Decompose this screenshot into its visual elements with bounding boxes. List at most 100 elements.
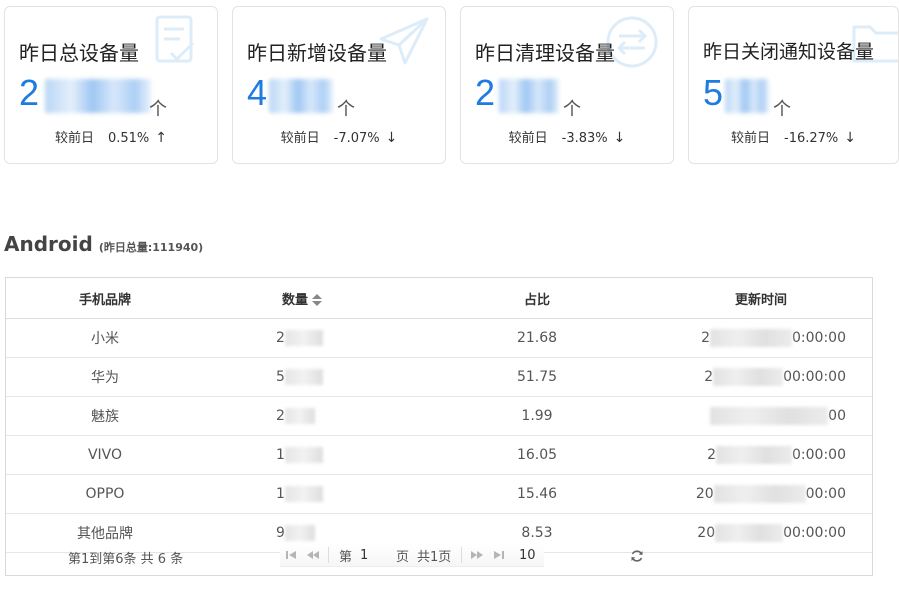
cell-time: 2 0:00:00 [650,318,872,358]
cell-count: 1 [204,474,424,514]
cell-count: 5 [204,357,424,397]
column-header-brand[interactable]: 手机品牌 [6,278,204,319]
redacted-time [710,329,793,347]
cell-time: 00 [650,396,872,436]
card-compare: 较前日 -3.83% ↓ [461,127,673,146]
prev-page-icon[interactable] [302,545,324,565]
column-header-ratio[interactable]: 占比 [424,278,650,319]
time-suffix: 00:00 [805,486,846,502]
cell-ratio: 15.46 [424,474,650,514]
last-page-icon[interactable] [488,545,510,565]
table-header-row: 手机品牌 数量 占比 更新时间 [6,278,872,319]
redacted-value [499,79,559,113]
time-suffix: 00:00:00 [783,369,846,385]
pagination-info: 第1到第6条 共 6 条 [68,552,184,567]
redacted-time [710,407,829,425]
table-row[interactable]: 小米 2 21.68 2 0:00:00 [6,318,872,358]
card-title: 昨日清理设备量 [475,41,615,65]
cell-brand: 小米 [6,318,204,358]
data-table: 手机品牌 数量 占比 更新时间 小米 2 21.68 2 0:00:00 华为 5… [6,278,872,553]
total-pages: 共1页 [417,549,452,565]
divider [328,547,329,563]
column-header-time[interactable]: 更新时间 [650,278,872,319]
cell-time: 20 00:00 [650,474,872,514]
table-row[interactable]: 魅族 2 1.99 00 [6,396,872,436]
card-compare: 较前日 -16.27% ↓ [689,127,898,146]
table-row[interactable]: 华为 5 51.75 2 00:00:00 [6,357,872,397]
time-prefix: 20 [695,486,714,502]
next-page-icon[interactable] [466,545,488,565]
stat-cards: 昨日总设备量 2 个 较前日 0.51% ↑ 昨日新增设备量 4 个 较前日 -7.0… [4,6,899,166]
card-notification-off-devices: 昨日关闭通知设备量 5 个 较前日 -16.27% ↓ [688,6,899,164]
cell-ratio: 1.99 [424,396,650,436]
change-percent: -3.83% [561,131,608,146]
compare-label: 较前日 [280,131,320,146]
redacted-value [725,79,769,113]
refresh-icon[interactable] [626,546,648,566]
card-total-devices: 昨日总设备量 2 个 较前日 0.51% ↑ [4,6,218,164]
card-value: 2 [475,72,496,113]
compare-label: 较前日 [508,131,548,146]
redacted-time [716,446,793,464]
cell-time: 2 0:00:00 [650,435,872,475]
redacted-count [284,330,323,346]
redacted-count [284,447,323,463]
redacted-count [284,369,323,385]
compare-label: 较前日 [730,131,770,146]
checklist-icon [155,15,195,63]
redacted-count [284,486,323,502]
cell-count: 1 [204,435,424,475]
card-unit: 个 [563,99,581,120]
sort-icon[interactable] [312,294,323,306]
time-suffix: 00 [828,408,846,424]
time-prefix: 2 [707,447,717,463]
page-suffix: 页 [396,549,410,565]
redacted-count [284,408,315,424]
card-unit: 个 [337,99,355,120]
count-visible: 1 [276,447,285,463]
column-header-count-label: 数量 [282,292,309,308]
column-header-count[interactable]: 数量 [204,278,424,319]
time-suffix: 0:00:00 [792,330,846,346]
card-unit: 个 [773,99,791,120]
table-row[interactable]: VIVO 1 16.05 2 0:00:00 [6,435,872,475]
time-prefix: 2 [701,330,711,346]
count-visible: 2 [276,408,285,424]
time-suffix: 0:00:00 [792,447,846,463]
pagination: 第1到第6条 共 6 条 第 页 共1页 [6,536,872,574]
count-visible: 5 [276,369,285,385]
section-subtitle: (昨日总量:111940) [98,241,204,254]
cell-brand: VIVO [6,435,204,475]
redacted-value [269,79,333,113]
pagination-nav: 第 页 共1页 [280,544,545,567]
change-percent: -7.07% [333,131,380,146]
card-title: 昨日总设备量 [19,41,139,65]
cell-time: 2 00:00:00 [650,357,872,397]
cell-count: 2 [204,396,424,436]
page-size-input[interactable] [510,545,545,565]
cell-ratio: 16.05 [424,435,650,475]
card-cleaned-devices: 昨日清理设备量 2 个 较前日 -3.83% ↓ [460,6,674,164]
time-prefix: 2 [704,369,714,385]
first-page-icon[interactable] [280,545,302,565]
card-value: 5 [703,72,724,113]
card-unit: 个 [149,99,167,120]
cell-brand: OPPO [6,474,204,514]
cell-ratio: 51.75 [424,357,650,397]
table-row[interactable]: OPPO 1 15.46 20 00:00 [6,474,872,514]
page-number-input[interactable] [358,545,391,565]
card-compare: 较前日 0.51% ↑ [5,127,217,146]
page-label: 第 [339,549,353,565]
redacted-time [713,368,784,386]
count-visible: 2 [276,330,285,346]
compare-label: 较前日 [54,131,94,146]
change-percent: 0.51% [107,131,150,146]
arrow-up-icon: ↑ [155,130,168,146]
card-value: 2 [19,72,40,113]
divider [461,547,463,563]
redacted-value [45,79,151,113]
count-visible: 1 [276,486,285,502]
card-value: 4 [247,72,268,113]
cell-brand: 魅族 [6,396,204,436]
card-new-devices: 昨日新增设备量 4 个 较前日 -7.07% ↓ [232,6,446,164]
